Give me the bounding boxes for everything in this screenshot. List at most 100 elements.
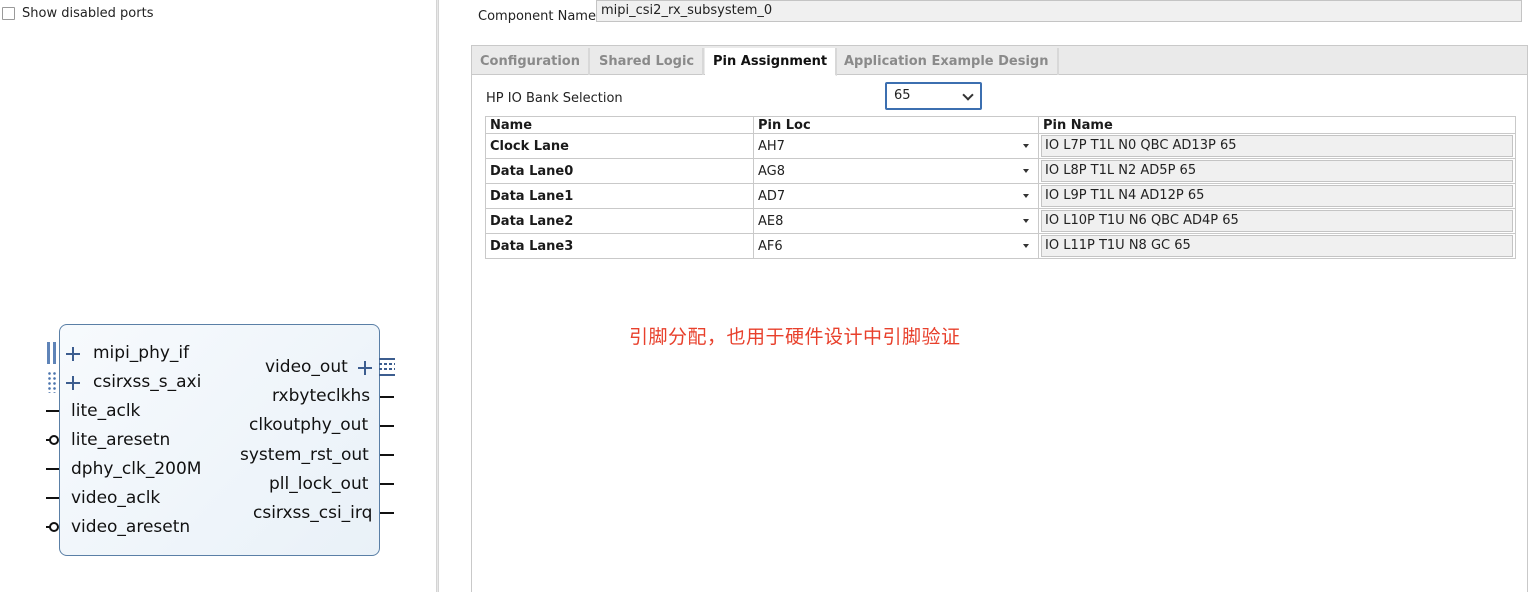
tab-configuration[interactable]: Configuration [472, 48, 590, 75]
port-video-aclk[interactable]: video_aclk [71, 487, 160, 509]
port-dphy-clk-200m[interactable]: dphy_clk_200M [71, 458, 201, 480]
dropdown-arrow-icon [1023, 169, 1029, 173]
block-diagram-panel: Show disabled ports mipi_phy_if csirxss_… [0, 0, 436, 592]
lane-name-cell: Data Lane0 [485, 158, 754, 184]
port-lite-aresetn[interactable]: lite_aresetn [71, 429, 170, 451]
pin-name-cell: IO L7P T1L N0 QBC AD13P 65 [1038, 133, 1516, 159]
pin-loc-value: AH7 [758, 138, 785, 154]
tab-bar: Configuration Shared Logic Pin Assignmen… [472, 46, 1527, 76]
table-row: Clock Lane AH7 IO L7P T1L N0 QBC AD13P 6… [485, 133, 1516, 159]
pin-name-field[interactable]: IO L7P T1L N0 QBC AD13P 65 [1041, 135, 1513, 157]
table-row: Data Lane2 AE8 IO L10P T1U N6 QBC AD4P 6… [485, 208, 1516, 234]
pin-loc-dropdown[interactable]: AH7 [753, 133, 1039, 159]
pin-wire [46, 468, 59, 470]
red-annotation-text: 引脚分配，也用于硬件设计中引脚验证 [629, 326, 961, 348]
pin-wire [380, 425, 394, 427]
port-rxbyteclkhs[interactable]: rxbyteclkhs [272, 385, 370, 407]
pin-assignment-table: Name Pin Loc Pin Name Clock Lane AH7 IO … [485, 116, 1516, 259]
port-label: pll_lock_out [269, 474, 369, 494]
pin-wire [380, 454, 394, 456]
port-video-out[interactable]: video_out [265, 356, 348, 378]
chevron-down-icon [962, 89, 974, 101]
component-name-row: Component Name [478, 5, 596, 27]
port-mipi-phy-if[interactable]: mipi_phy_if [93, 342, 189, 364]
pin-loc-dropdown[interactable]: AE8 [753, 208, 1039, 234]
table-row: Data Lane1 AD7 IO L9P T1L N4 AD12P 65 [485, 183, 1516, 209]
pin-wire [46, 410, 59, 412]
pin-name-cell: IO L8P T1L N2 AD5P 65 [1038, 158, 1516, 184]
pin-wire [380, 483, 394, 485]
port-pll-lock-out[interactable]: pll_lock_out [269, 473, 368, 495]
port-label: clkoutphy_out [249, 415, 369, 435]
port-label: mipi_phy_if [93, 343, 190, 363]
table-row: Data Lane0 AG8 IO L8P T1L N2 AD5P 65 [485, 158, 1516, 184]
checkbox-box[interactable] [2, 6, 15, 20]
pin-wire [46, 497, 59, 499]
pin-name-cell: IO L11P T1U N8 GC 65 [1038, 233, 1516, 259]
pin-name-cell: IO L9P T1L N4 AD12P 65 [1038, 183, 1516, 209]
lane-name-cell: Data Lane2 [485, 208, 754, 234]
dropdown-arrow-icon [1023, 219, 1029, 223]
pin-wire [380, 396, 394, 398]
pin-name-field[interactable]: IO L9P T1L N4 AD12P 65 [1041, 185, 1513, 207]
pin-name-field[interactable]: IO L10P T1U N6 QBC AD4P 65 [1041, 210, 1513, 232]
ip-configuration-panel: Component Name mipi_csi2_rx_subsystem_0 … [440, 0, 1528, 592]
axi-bus-icon [47, 371, 57, 393]
show-disabled-ports-label: Show disabled ports [22, 5, 154, 21]
dropdown-arrow-icon [1023, 244, 1029, 248]
table-header-row: Name Pin Loc Pin Name [485, 116, 1516, 134]
pin-loc-dropdown[interactable]: AG8 [753, 158, 1039, 184]
port-label: video_out [265, 357, 348, 377]
port-csirxss-csi-irq[interactable]: csirxss_csi_irq [253, 502, 372, 524]
panel-splitter[interactable] [436, 0, 439, 592]
column-header-pin-loc[interactable]: Pin Loc [753, 116, 1039, 134]
dropdown-arrow-icon [1023, 144, 1029, 148]
dropdown-arrow-icon [1023, 194, 1029, 198]
pin-name-field[interactable]: IO L11P T1U N8 GC 65 [1041, 235, 1513, 257]
expand-plus-icon[interactable] [357, 360, 373, 376]
inverted-pin-icon [49, 522, 59, 532]
port-label: lite_aclk [71, 401, 141, 421]
port-clkoutphy-out[interactable]: clkoutphy_out [249, 414, 368, 436]
hp-io-bank-label: HP IO Bank Selection [486, 90, 623, 106]
port-video-aresetn[interactable]: video_aresetn [71, 516, 190, 538]
pin-loc-dropdown[interactable]: AF6 [753, 233, 1039, 259]
column-header-pin-name[interactable]: Pin Name [1038, 116, 1516, 134]
tab-shared-logic[interactable]: Shared Logic [591, 48, 705, 75]
hp-io-bank-row: HP IO Bank Selection [486, 84, 623, 112]
show-disabled-ports-checkbox[interactable]: Show disabled ports [2, 4, 153, 22]
tab-pin-assignment[interactable]: Pin Assignment [705, 48, 838, 76]
port-label: rxbyteclkhs [272, 386, 371, 406]
port-label: dphy_clk_200M [71, 459, 202, 479]
expand-plus-icon[interactable] [65, 375, 81, 391]
component-name-field[interactable]: mipi_csi2_rx_subsystem_0 [596, 0, 1522, 22]
axis-bus-icon [379, 357, 395, 379]
tab-application-example-design[interactable]: Application Example Design [836, 48, 1059, 75]
lane-name-cell: Clock Lane [485, 133, 754, 159]
pin-loc-value: AE8 [758, 213, 784, 229]
expand-plus-icon[interactable] [65, 346, 81, 362]
pin-wire [380, 512, 394, 514]
pin-name-cell: IO L10P T1U N6 QBC AD4P 65 [1038, 208, 1516, 234]
port-system-rst-out[interactable]: system_rst_out [240, 444, 369, 466]
pin-name-field[interactable]: IO L8P T1L N2 AD5P 65 [1041, 160, 1513, 182]
port-label: video_aclk [71, 488, 161, 508]
port-csirxss-s-axi[interactable]: csirxss_s_axi [93, 371, 201, 393]
component-name-label: Component Name [478, 8, 596, 24]
pin-loc-value: AG8 [758, 163, 786, 179]
pin-loc-value: AF6 [758, 238, 783, 254]
port-label: system_rst_out [240, 445, 369, 465]
lane-name-cell: Data Lane3 [485, 233, 754, 259]
port-label: csirxss_s_axi [93, 372, 202, 392]
table-row: Data Lane3 AF6 IO L11P T1U N8 GC 65 [485, 233, 1516, 259]
lane-name-cell: Data Lane1 [485, 183, 754, 209]
tab-container: Configuration Shared Logic Pin Assignmen… [471, 45, 1528, 592]
port-lite-aclk[interactable]: lite_aclk [71, 400, 140, 422]
inverted-pin-icon [49, 435, 59, 445]
hp-io-bank-select[interactable]: 65 [885, 82, 982, 110]
hp-io-bank-value: 65 [894, 88, 911, 103]
column-header-name[interactable]: Name [485, 116, 754, 134]
pin-loc-dropdown[interactable]: AD7 [753, 183, 1039, 209]
port-label: csirxss_csi_irq [253, 503, 373, 523]
pin-loc-value: AD7 [758, 188, 786, 204]
